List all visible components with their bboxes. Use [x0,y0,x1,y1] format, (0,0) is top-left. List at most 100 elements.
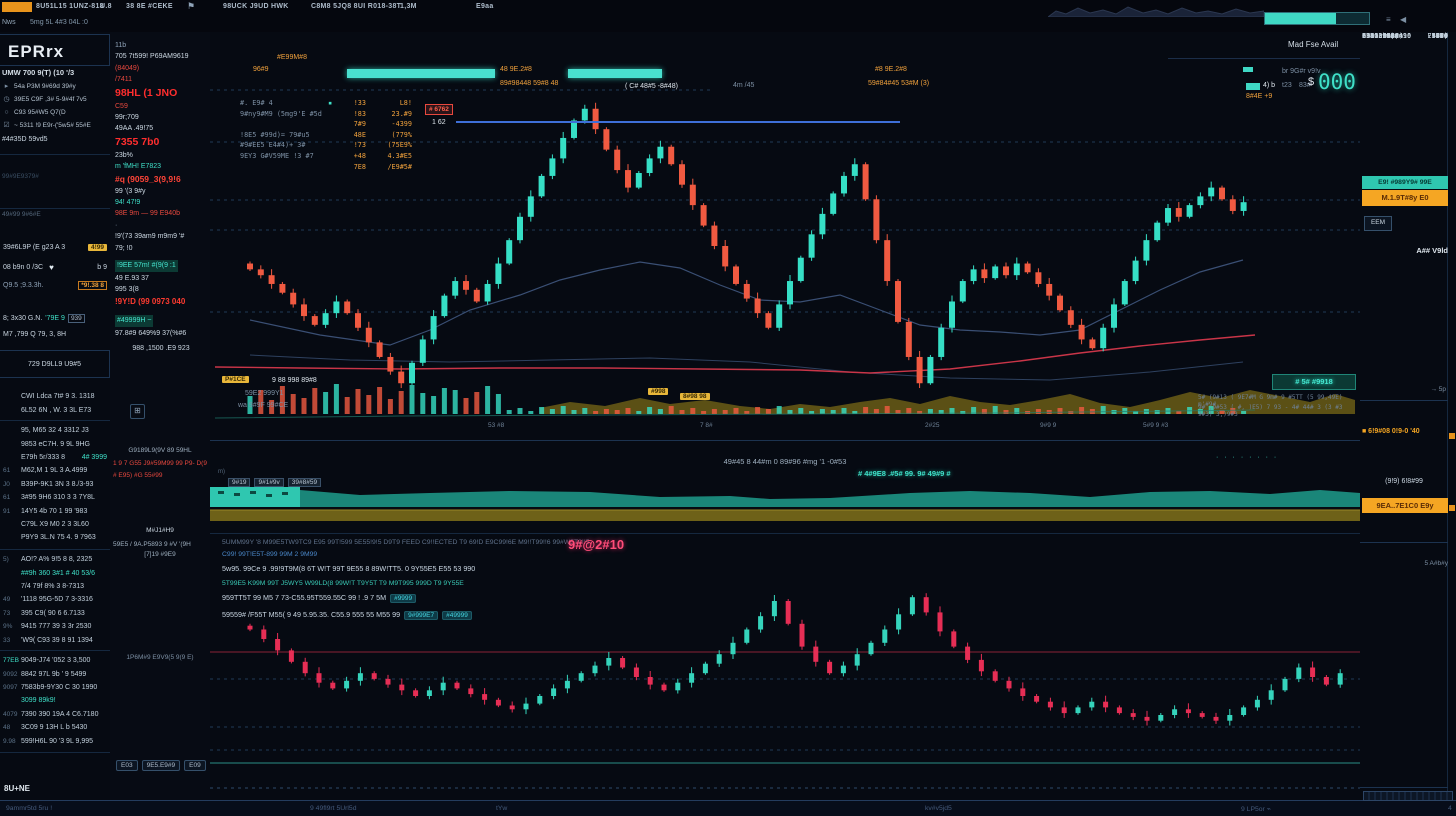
small-button[interactable]: E09 [184,760,206,771]
note-header: G9189L9(9V 89 59HL [113,447,207,454]
status-item: 4 [1448,805,1452,812]
news-line[interactable]: C99! 99T!E5T-899 99M 2 9M99 [222,549,1352,561]
back-icon[interactable]: ◀ [1400,15,1406,24]
menu-item[interactable]: 38 8E #CEKE [126,3,173,10]
table-row[interactable]: J0 B39P-9K1 3N 3 8./3-93 [0,478,110,491]
table-row[interactable]: P9Y9 3L.N 75 4. 9 7963 [0,531,110,544]
position-row[interactable]: C790 5mm#79! [1362,32,1448,40]
scroll-strip[interactable] [1447,32,1456,800]
quote-row: 23b% [115,150,207,161]
teal-tick [1243,67,1253,72]
main-candlestick-chart[interactable] [210,32,1360,440]
volume-pill-3[interactable]: 8#98 98 [680,393,710,400]
section-header: 49#99 9#6#E [2,211,41,218]
list-subheader: 5 A#b#y [1425,560,1449,567]
menu-item[interactable]: 1,3M [400,3,417,10]
orders-link-box[interactable]: 729 D9LL9 U9#5 [0,350,110,378]
news-label[interactable]: Nws [2,19,16,26]
item-icon: ▸ [2,80,11,93]
table-row[interactable]: 73 395 C9( 90 6 6.7133 [0,607,110,620]
table-row[interactable]: ##9h 360 3#1 # 40 53/6 [0,566,110,579]
price-tag-pill[interactable]: P#1CE [222,376,249,383]
menu-icon[interactable]: ≡ [1386,15,1391,24]
small-button[interactable]: E03 [116,760,138,771]
menu-item[interactable]: 98UCK J9UD HWK [223,3,289,10]
loading-progress-bar [1264,12,1370,25]
symbol-chip[interactable]: EEM [1364,216,1392,231]
small-button[interactable]: 9E5.E9#9 [142,760,181,771]
table-row[interactable]: 4079 7390 390 19A 4 C6.7180 [0,708,110,721]
menu-item[interactable]: 8U51L15 1UNZ-818 [36,3,104,10]
table-row[interactable]: 77EB 9049-J74 '052 3 3,500 [0,654,110,667]
depth-label-1: 48 9E.2#8 [500,66,532,73]
gray-badge: 939 [68,314,85,323]
table-row[interactable]: 9% 9415 777 39 3 3r 2530 [0,620,110,633]
table-row[interactable]: 9097 7583b9-9Y30 C 30 1990 [0,681,110,694]
teal-tick-2 [1246,83,1260,90]
table-row[interactable]: 9.98 599!H6L 90 '3 9L 9,995 [0,734,110,747]
ribbon-panel: m) 49#45 8 44#m 0 89#96 #mg '1 -0#53 9#1… [210,440,1360,534]
volume-pill-2[interactable]: #998 [648,388,668,395]
news-line[interactable]: 5T99E5 K99M 99T J5WY5 W99LD(8 99W!T T9Y5… [222,577,1352,590]
table-row[interactable]: 5) AO!? A% 9!5 8 8, 2325 [0,553,110,566]
ribbon-title: 49#45 8 44#m 0 89#96 #mg '1 -0#53 [210,457,1360,466]
more-link[interactable]: → 5p [1430,386,1446,393]
summary-row-3[interactable]: Q9.5 ;9.3.3h. *9!.38 8 [3,281,107,290]
table-row[interactable]: 49 '1118 95G-5D 7 3-3316 [0,593,110,606]
news-line[interactable]: 5w95. 99Ce 9 .99!9T9M(8 6T W!T 99T 9E55 … [222,561,1352,577]
table-row[interactable]: 91 14Y5 4b 70 1 99 '983 [0,504,110,517]
table-row[interactable]: 9092 8842 97L 9b ' 9 5499 [0,667,110,680]
level-value-label: 1 62 [432,119,446,126]
menu-item[interactable]: C8M8 5JQ8 8UI R018-38T [311,3,401,10]
sidebar-item[interactable]: ○ C93 95#W5 Q7(D [2,106,108,119]
table-row[interactable]: 9853 eC7H. 9 9L 9HG [0,437,110,450]
heart-icon[interactable]: ♥ [49,263,54,272]
depth-label-3: #8 9E.2#8 [875,66,907,73]
table-row[interactable]: E79h 5r/333 8 4# 3999 [0,451,110,464]
app-logo[interactable] [2,2,32,12]
quote-row: 94! 47!9 [115,197,207,208]
sell-banner-button[interactable]: M.1.9T#8y E0 [1362,190,1448,206]
depth-value: ( C# 48#5 -8#48) [625,83,678,90]
table-row[interactable]: 48 3C09 9 13H L b 5430 [0,721,110,734]
sidebar-item[interactable]: ☑ ~ 5311 !9 E9r-('5w5# 55#E [2,119,108,132]
quote-row: 99r;709 [115,112,207,123]
summary-row-5[interactable]: M7 ,799 Q 79, 3, 8H [3,331,107,338]
alert-order-row[interactable]: ■ 6!9#08 0!9-0 '40 [1362,428,1420,435]
table-row[interactable]: 61 M62,M 1 9L 3 A.4999 [0,464,110,477]
alert-price-badge[interactable]: # 6762 [425,104,453,115]
grid-icon[interactable]: ⊞ [130,404,145,419]
table-row[interactable]: 3099 89k9! [0,694,110,707]
stats-row-2: 9# ,9#53 ( #, )E5) 7 93 - 4# 44# 3 (3 #3… [1198,404,1360,418]
warning-banner[interactable]: 9EA..7E1C0 E9y [1362,498,1448,513]
table-row[interactable]: 61 3#95 9H6 310 3 3 7Y8L [0,491,110,504]
muted-label: 99#9E9379# [2,173,39,180]
menu-item[interactable]: E9aa [476,3,494,10]
specs-label[interactable]: #4#35D 59vd5 [2,136,48,143]
quote-row: m 'fMH! E7823 [115,161,207,172]
table-row[interactable]: 7/4 79f 8% 3 8-7313 [0,580,110,593]
balance-delta: 8#4E +9 [1246,93,1272,100]
symbol-title: EPRrx [8,42,64,62]
summary-row-4[interactable]: 8; 3x30 G.N. '79E 9 939 [3,314,107,323]
summary-row-2[interactable]: 08 b9n 0 /3C ♥ b 9 [3,263,107,272]
sidebar-item[interactable]: ▸ 54a P3M 9#69d 39#y [2,80,108,93]
table-row[interactable]: 6L52 6N , W. 3 3L E73 [0,403,110,416]
orders-panel: E9! #989Y9# 99E M.1.9T#8y E0 EEM A## V9l… [1360,32,1456,800]
table-row[interactable]: 95, M65 32 4 3312 J3 [0,424,110,437]
horizontal-scrollbar[interactable] [1363,791,1453,801]
summary-row-1[interactable]: 39#6L9P (E g23 A 3 4!99 [3,244,107,251]
table-row[interactable]: 33 'W9( C93 39 8 91 1394 [0,633,110,646]
menu-item[interactable]: U.8 [100,3,112,10]
x-axis-label: 7 8# [700,422,713,429]
news-line[interactable]: 5UMM99Y '8 M99E5TW9TC9 E95 99T!599 5E55!… [222,537,1352,549]
table-row[interactable]: CWI Ldca 7t# 9 3. 1318 [0,390,110,403]
table-row[interactable]: C79L X9 M0 2 3 3L60 [0,518,110,531]
news-line[interactable]: 59559# /F55T M55( 9 49 5.95.35. C55.9 55… [222,607,1352,624]
quote-row: 49 E.93 37 [115,273,207,284]
indicator-label-2: 96#9 [253,66,269,73]
news-line[interactable]: 959TT5T 99 M5 7 73-C55.95T559.55C 99 ! .… [222,590,1352,607]
buy-banner-button[interactable]: E9! #989Y9# 99E [1362,176,1448,189]
sidebar-item[interactable]: ◷ 39E5 C9F ,3# 5-9#4f 7v5 [2,93,108,106]
note-body: 59E5 / 9A.P5893 9 #V '(9H [113,541,207,548]
